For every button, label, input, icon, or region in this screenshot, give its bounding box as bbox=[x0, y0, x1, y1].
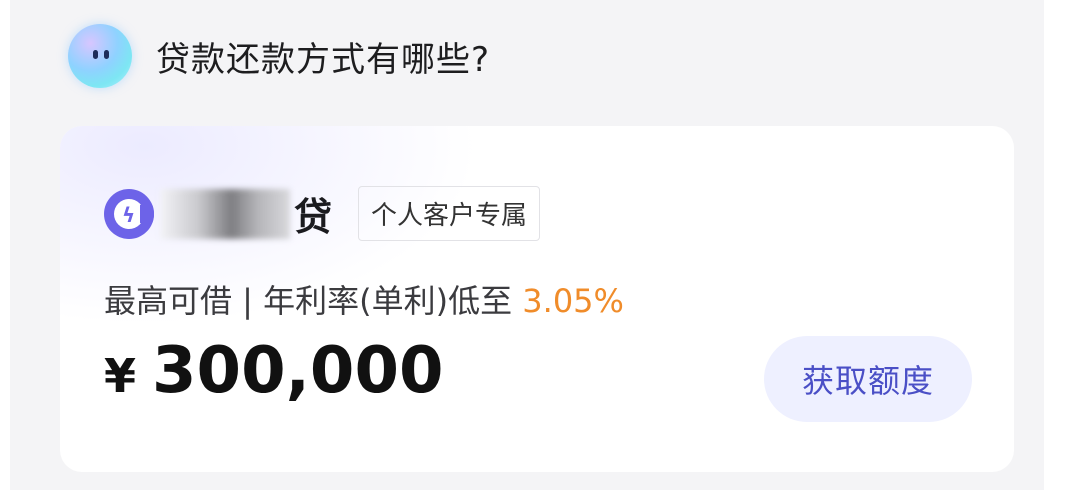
assistant-avatar-icon bbox=[68, 24, 132, 88]
get-quota-button[interactable]: 获取额度 bbox=[764, 336, 972, 422]
lightning-icon: ϟ bbox=[122, 202, 136, 227]
rate-line: 最高可借 | 年利率(单利)低至 3.05% bbox=[104, 276, 624, 322]
brand-lightning-logo-icon: ϟ bbox=[104, 188, 154, 239]
question-text: 贷款还款方式有哪些? bbox=[156, 39, 491, 80]
blurred-brand-name bbox=[160, 188, 290, 239]
brand-name-suffix: 贷 bbox=[294, 195, 333, 239]
question-row: 贷款还款方式有哪些? bbox=[68, 24, 490, 88]
avatar-eye-left bbox=[93, 50, 98, 59]
amount-value: 300,000 bbox=[152, 334, 444, 408]
brand-row: ϟ 贷 个人客户专属 bbox=[104, 186, 541, 241]
currency-symbol: ¥ bbox=[104, 349, 137, 403]
chat-panel: 贷款还款方式有哪些? ϟ 贷 个人客户专属 最高可借 | 年利率(单利)低至 3… bbox=[10, 0, 1044, 490]
avatar-eye-right bbox=[104, 50, 109, 59]
customer-tag: 个人客户专属 bbox=[358, 186, 541, 241]
loan-amount: ¥ 300,000 bbox=[104, 334, 444, 408]
rate-prefix: 最高可借 | 年利率(单利)低至 bbox=[104, 282, 513, 320]
rate-value: 3.05% bbox=[522, 282, 624, 320]
loan-offer-card[interactable]: ϟ 贷 个人客户专属 最高可借 | 年利率(单利)低至 3.05% ¥ 300,… bbox=[60, 126, 1014, 472]
